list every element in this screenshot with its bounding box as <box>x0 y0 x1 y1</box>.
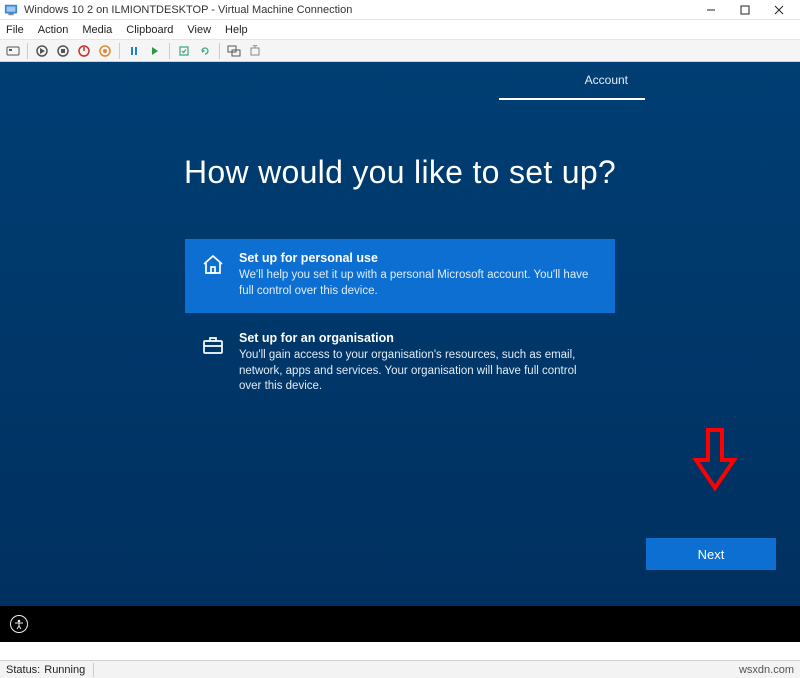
toolbar-separator <box>27 43 28 59</box>
oobe-footer <box>0 606 800 642</box>
maximize-button[interactable] <box>728 0 762 20</box>
app-icon <box>4 3 18 17</box>
shutdown-icon[interactable] <box>75 42 93 60</box>
toolbar-separator <box>119 43 120 59</box>
revert-icon[interactable] <box>196 42 214 60</box>
save-icon[interactable] <box>96 42 114 60</box>
option-personal-text: Set up for personal use We'll help you s… <box>239 251 599 299</box>
checkpoint-icon[interactable] <box>175 42 193 60</box>
tab-account[interactable]: Account <box>573 62 640 98</box>
window-title-bar: Windows 10 2 on ILMIONTDESKTOP - Virtual… <box>0 0 800 20</box>
menu-file[interactable]: File <box>6 24 24 36</box>
close-button[interactable] <box>762 0 796 20</box>
option-personal-desc: We'll help you set it up with a personal… <box>239 268 599 299</box>
home-icon <box>201 253 225 277</box>
toolbar <box>0 40 800 62</box>
oobe-screen: Account How would you like to set up? Se… <box>0 62 800 606</box>
enhanced-session-icon[interactable] <box>225 42 243 60</box>
option-org-text: Set up for an organisation You'll gain a… <box>239 331 599 395</box>
status-value: Running <box>44 664 85 676</box>
minimize-button[interactable] <box>694 0 728 20</box>
menu-view[interactable]: View <box>187 24 211 36</box>
toolbar-separator <box>169 43 170 59</box>
window-title: Windows 10 2 on ILMIONTDESKTOP - Virtual… <box>24 4 694 16</box>
briefcase-icon <box>201 333 225 357</box>
page-headline: How would you like to set up? <box>0 154 800 191</box>
option-org-desc: You'll gain access to your organisation'… <box>239 348 599 395</box>
menu-action[interactable]: Action <box>38 24 69 36</box>
accessibility-icon[interactable] <box>10 615 28 633</box>
vm-display: Account How would you like to set up? Se… <box>0 62 800 642</box>
oobe-tabs: Account <box>0 62 800 98</box>
menu-bar: File Action Media Clipboard View Help <box>0 20 800 40</box>
ctrl-alt-del-icon[interactable] <box>4 42 22 60</box>
toolbar-separator <box>219 43 220 59</box>
option-personal-title: Set up for personal use <box>239 251 599 265</box>
reset-icon[interactable] <box>146 42 164 60</box>
option-organisation[interactable]: Set up for an organisation You'll gain a… <box>185 319 615 409</box>
tab-underline <box>499 98 645 100</box>
start-icon[interactable] <box>33 42 51 60</box>
menu-clipboard[interactable]: Clipboard <box>126 24 173 36</box>
status-separator <box>93 663 94 677</box>
menu-help[interactable]: Help <box>225 24 248 36</box>
menu-media[interactable]: Media <box>82 24 112 36</box>
annotation-arrow-icon <box>690 426 740 496</box>
status-bar: Status: Running wsxdn.com <box>0 660 800 678</box>
setup-options: Set up for personal use We'll help you s… <box>185 239 615 409</box>
share-icon[interactable] <box>246 42 264 60</box>
status-label: Status: <box>6 664 40 676</box>
watermark: wsxdn.com <box>739 664 794 676</box>
option-personal[interactable]: Set up for personal use We'll help you s… <box>185 239 615 313</box>
window-controls <box>694 0 796 20</box>
next-button[interactable]: Next <box>646 538 776 570</box>
stop-icon[interactable] <box>54 42 72 60</box>
option-org-title: Set up for an organisation <box>239 331 599 345</box>
pause-icon[interactable] <box>125 42 143 60</box>
